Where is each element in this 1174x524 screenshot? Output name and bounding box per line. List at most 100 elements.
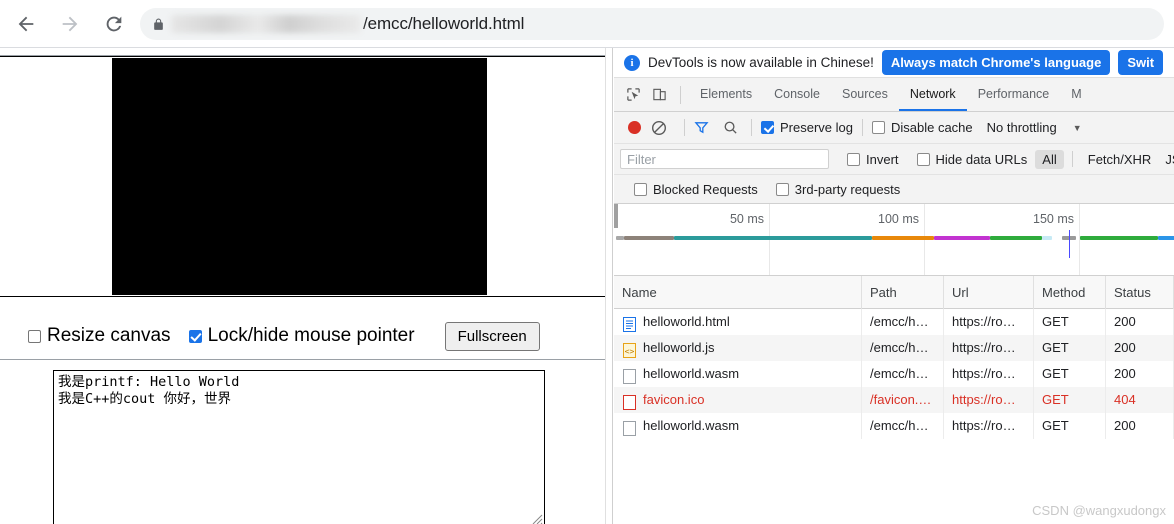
- hide-data-urls-label: Hide data URLs: [935, 151, 1028, 167]
- type-filter-js[interactable]: JS: [1158, 150, 1174, 169]
- toolbar-separator: [751, 119, 752, 136]
- tab-performance[interactable]: Performance: [967, 78, 1061, 111]
- cell-name: <> helloworld.js: [614, 335, 862, 361]
- search-icon[interactable]: [723, 116, 738, 140]
- always-match-language-button[interactable]: Always match Chrome's language: [881, 50, 1111, 75]
- overview-tick-label-2: 150 ms: [1033, 212, 1074, 226]
- browser-toolbar: /emcc/helloworld.html: [0, 0, 1174, 48]
- table-row[interactable]: favicon.ico/favicon.… https://ro… GET 404: [614, 387, 1174, 413]
- output-textarea[interactable]: 我是printf: Hello World 我是C++的cout 你好，世界: [53, 370, 545, 524]
- toolbar-separator: [861, 119, 863, 136]
- tab-console[interactable]: Console: [763, 78, 831, 111]
- inspect-element-icon[interactable]: [620, 82, 646, 108]
- address-bar[interactable]: /emcc/helloworld.html: [140, 8, 1164, 40]
- filter-funnel-icon[interactable]: [694, 116, 709, 140]
- resize-canvas-checkbox[interactable]: [28, 329, 41, 343]
- record-icon[interactable]: [628, 121, 641, 134]
- preserve-log-label: Preserve log: [780, 120, 853, 135]
- hide-data-urls-checkbox[interactable]: [916, 152, 930, 166]
- type-filter-fetch-xhr[interactable]: Fetch/XHR: [1081, 150, 1159, 169]
- arrow-right-icon: [59, 13, 81, 35]
- forward-button[interactable]: [52, 6, 88, 42]
- devtools-splitter[interactable]: [605, 48, 613, 524]
- cell-name: helloworld.html: [614, 309, 862, 335]
- toolbar-separator: [684, 119, 685, 136]
- generic-file-icon: [623, 367, 636, 384]
- switch-language-button[interactable]: Swit: [1118, 50, 1164, 75]
- cell-method: GET: [1034, 309, 1106, 335]
- type-filter-all[interactable]: All: [1035, 149, 1064, 169]
- cell-path: /emcc/h…: [862, 361, 944, 387]
- cell-path: /favicon.…: [862, 387, 944, 413]
- preserve-log-checkbox[interactable]: [761, 121, 774, 134]
- request-name: favicon.ico: [643, 392, 705, 407]
- disable-cache-checkbox[interactable]: [871, 121, 885, 134]
- hide-data-urls-group: Hide data URLs: [916, 151, 1028, 167]
- network-filter-row: Filter Invert Hide data URLs All Fetch/X…: [614, 144, 1174, 175]
- overview-bar-1: [624, 236, 674, 240]
- cell-path: /emcc/h…: [862, 309, 944, 335]
- cell-path: /emcc/h…: [862, 413, 944, 439]
- svg-text:<>: <>: [625, 347, 635, 356]
- overview-bar-6: [1042, 236, 1052, 240]
- blocked-requests-checkbox[interactable]: [634, 182, 647, 196]
- overview-bar-0: [616, 236, 624, 240]
- emscripten-canvas[interactable]: [112, 58, 487, 295]
- cell-status: 200: [1106, 413, 1174, 439]
- column-header-status[interactable]: Status: [1106, 275, 1174, 309]
- overview-left-handle[interactable]: [614, 204, 618, 228]
- blocked-requests-label: Blocked Requests: [653, 181, 758, 197]
- tab-elements[interactable]: Elements: [689, 78, 763, 111]
- column-header-name[interactable]: Name: [614, 275, 862, 309]
- device-toolbar-icon[interactable]: [646, 82, 672, 108]
- table-row[interactable]: <> helloworld.js/emcc/h… https://ro… GET 200: [614, 335, 1174, 361]
- lock-pointer-label: Lock/hide mouse pointer: [207, 325, 415, 346]
- back-button[interactable]: [8, 6, 44, 42]
- lock-pointer-checkbox[interactable]: [188, 329, 202, 343]
- cell-path: /emcc/h…: [862, 335, 944, 361]
- invert-checkbox[interactable]: [847, 152, 860, 166]
- page-divider-middle: [0, 359, 605, 360]
- column-header-path[interactable]: Path: [862, 275, 944, 309]
- column-header-url[interactable]: Url: [944, 275, 1034, 309]
- overview-tick-label-0: 50 ms: [729, 212, 764, 226]
- cell-url: https://ro…: [944, 335, 1034, 361]
- overview-bar-5: [990, 236, 1042, 240]
- arrow-left-icon: [15, 13, 37, 35]
- request-name: helloworld.wasm: [643, 418, 740, 433]
- html-file-icon: [623, 315, 636, 332]
- web-page-pane: Resize canvas Lock/hide mouse pointer Fu…: [0, 48, 613, 524]
- cell-name: helloworld.wasm: [614, 361, 862, 387]
- cell-method: GET: [1034, 387, 1106, 413]
- cell-status: 404: [1106, 387, 1174, 413]
- generic-file-icon: [623, 393, 636, 410]
- fullscreen-button[interactable]: Fullscreen: [444, 321, 540, 351]
- cell-status: 200: [1106, 335, 1174, 361]
- third-party-requests-label: 3rd-party requests: [794, 181, 901, 197]
- column-header-method[interactable]: Method: [1034, 275, 1106, 309]
- table-row[interactable]: helloworld.wasm/emcc/h… https://ro… GET 200: [614, 361, 1174, 387]
- cell-url: https://ro…: [944, 361, 1034, 387]
- filter-separator: [1071, 151, 1073, 167]
- invert-label: Invert: [866, 151, 899, 167]
- table-row[interactable]: helloworld.wasm/emcc/h… https://ro… GET 200: [614, 413, 1174, 439]
- cell-status: 200: [1106, 361, 1174, 387]
- overview-bar-9: [1158, 236, 1174, 240]
- chevron-down-icon[interactable]: ▼: [1073, 123, 1082, 133]
- canvas-container: [0, 56, 605, 297]
- request-name: helloworld.html: [643, 314, 730, 329]
- third-party-requests-checkbox[interactable]: [775, 182, 789, 196]
- tab-sources[interactable]: Sources: [831, 78, 899, 111]
- cell-method: GET: [1034, 361, 1106, 387]
- tab-network[interactable]: Network: [898, 78, 967, 111]
- reload-button[interactable]: [96, 6, 132, 42]
- canvas-controls: Resize canvas Lock/hide mouse pointer Fu…: [0, 313, 605, 359]
- tab-memory[interactable]: M: [1060, 78, 1092, 111]
- filter-input[interactable]: Filter: [620, 149, 829, 169]
- network-overview-timeline[interactable]: 50 ms 100 ms 150 ms: [614, 204, 1174, 276]
- overview-bar-8: [1080, 236, 1158, 240]
- clear-icon[interactable]: [651, 116, 667, 140]
- throttling-select[interactable]: No throttling: [987, 120, 1057, 135]
- table-row[interactable]: helloworld.html/emcc/h… https://ro… GET 200: [614, 309, 1174, 335]
- overview-bar-3: [872, 236, 934, 240]
